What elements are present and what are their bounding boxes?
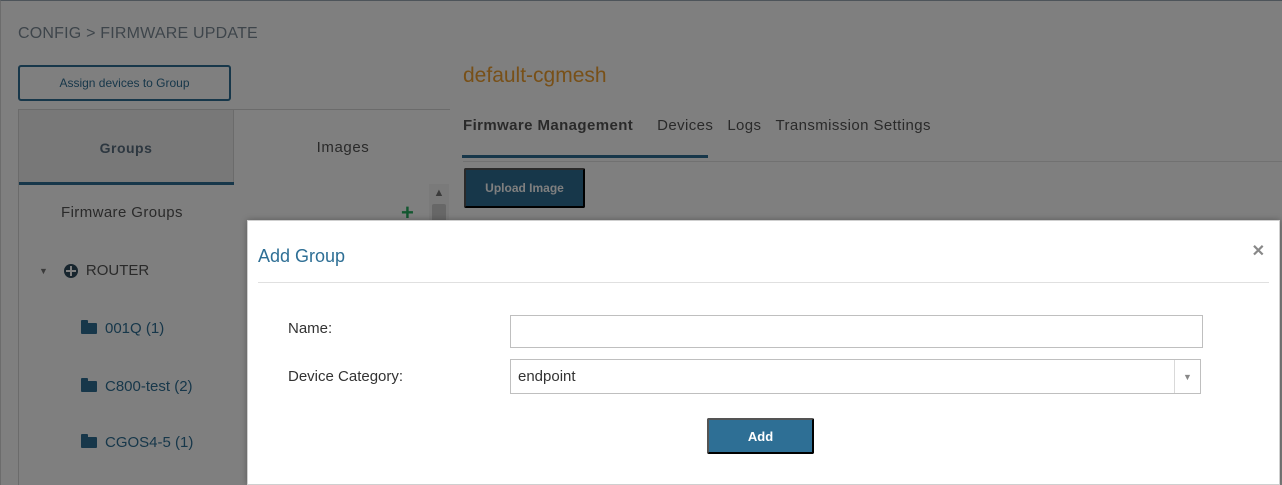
dialog-divider — [258, 282, 1269, 283]
select-value: endpoint — [518, 368, 576, 385]
dialog-title: Add Group — [258, 246, 346, 266]
close-icon[interactable]: ✕ — [1252, 241, 1265, 261]
device-category-select[interactable]: endpoint ▼ — [510, 359, 1201, 394]
name-label: Name: — [288, 320, 333, 337]
chevron-down-icon[interactable]: ▼ — [1174, 360, 1200, 393]
add-group-dialog: Add Group ✕ Name: Device Category: endpo… — [247, 220, 1280, 485]
device-category-label: Device Category: — [288, 368, 404, 385]
name-input[interactable] — [510, 315, 1203, 348]
add-button[interactable]: Add — [707, 418, 814, 454]
